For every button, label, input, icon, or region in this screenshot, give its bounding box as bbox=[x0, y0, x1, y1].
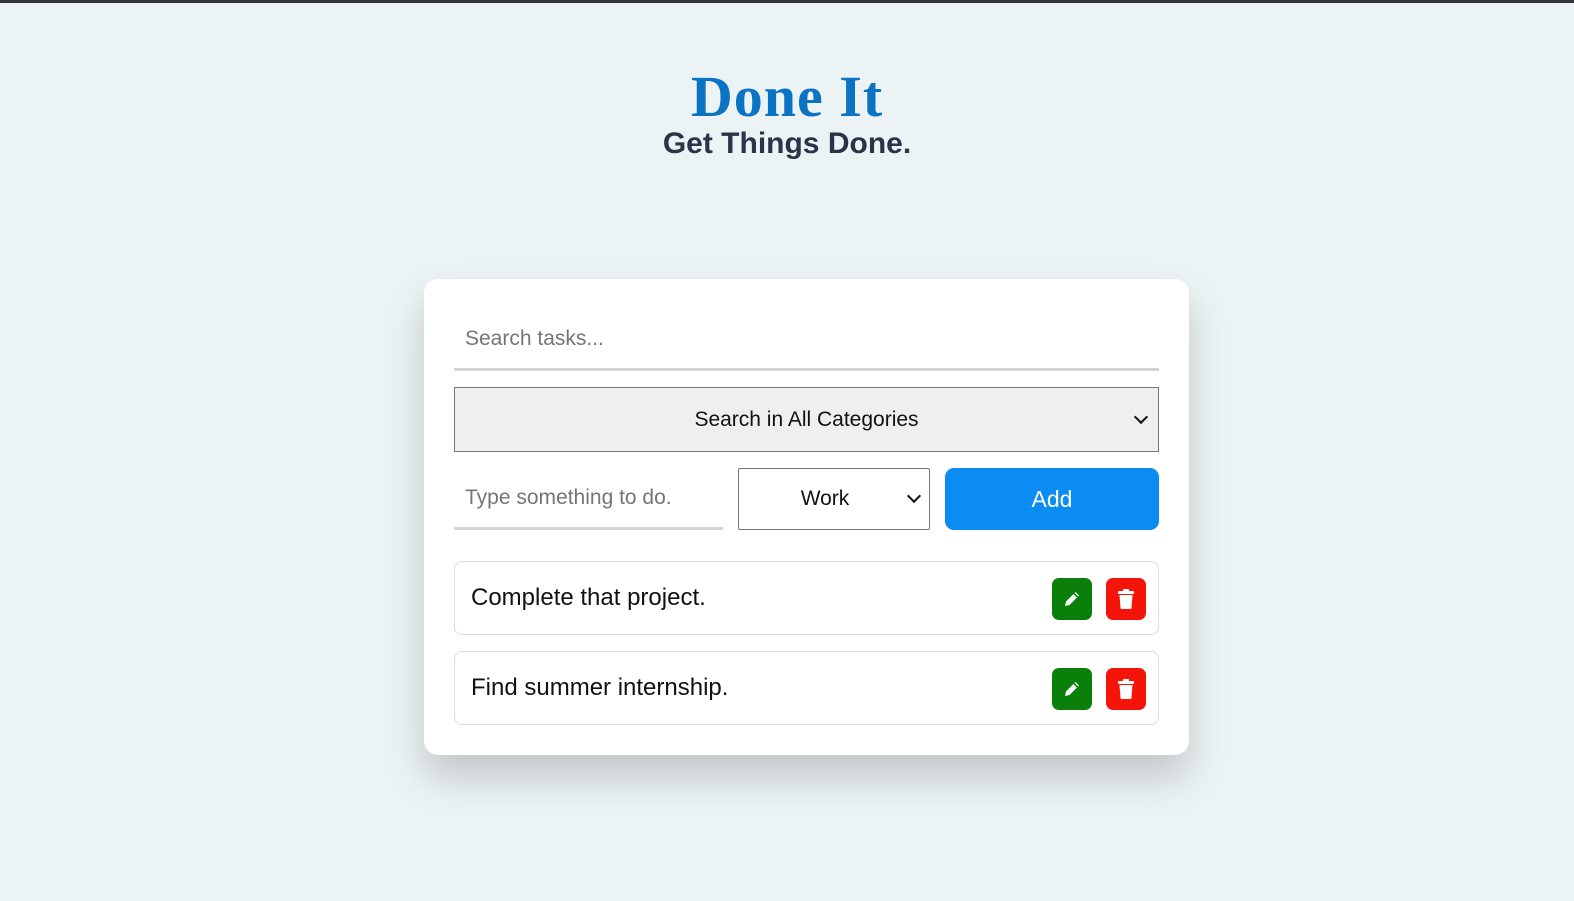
trash-icon bbox=[1118, 679, 1134, 699]
todo-card: Search in All Categories Work Add Comple… bbox=[424, 279, 1189, 755]
delete-task-button[interactable] bbox=[1106, 578, 1146, 620]
chevron-down-icon bbox=[906, 488, 922, 504]
task-text: Complete that project. bbox=[471, 584, 706, 611]
app-title: Done It bbox=[690, 64, 884, 129]
search-input[interactable] bbox=[454, 309, 1159, 371]
trash-icon bbox=[1118, 589, 1134, 609]
task-text: Find summer internship. bbox=[471, 674, 729, 701]
category-filter-value: Search in All Categories bbox=[694, 407, 919, 431]
task-item: Complete that project. bbox=[454, 561, 1159, 635]
task-category-select[interactable]: Work bbox=[738, 468, 930, 530]
pencil-icon bbox=[1065, 682, 1079, 696]
task-item: Find summer internship. bbox=[454, 651, 1159, 725]
add-task-button[interactable]: Add bbox=[945, 468, 1159, 530]
edit-task-button[interactable] bbox=[1052, 578, 1092, 620]
delete-task-button[interactable] bbox=[1106, 668, 1146, 710]
edit-task-button[interactable] bbox=[1052, 668, 1092, 710]
pencil-icon bbox=[1065, 592, 1079, 606]
header: Done It Get Things Done. bbox=[0, 62, 1574, 162]
top-border bbox=[0, 0, 1574, 3]
app-subtitle: Get Things Done. bbox=[662, 127, 912, 160]
category-filter-select[interactable]: Search in All Categories bbox=[454, 387, 1159, 452]
new-task-input[interactable] bbox=[454, 468, 723, 530]
task-category-value: Work bbox=[800, 487, 850, 510]
chevron-down-icon bbox=[1133, 409, 1149, 425]
task-list: Complete that project. Find summer inter… bbox=[454, 561, 1159, 741]
